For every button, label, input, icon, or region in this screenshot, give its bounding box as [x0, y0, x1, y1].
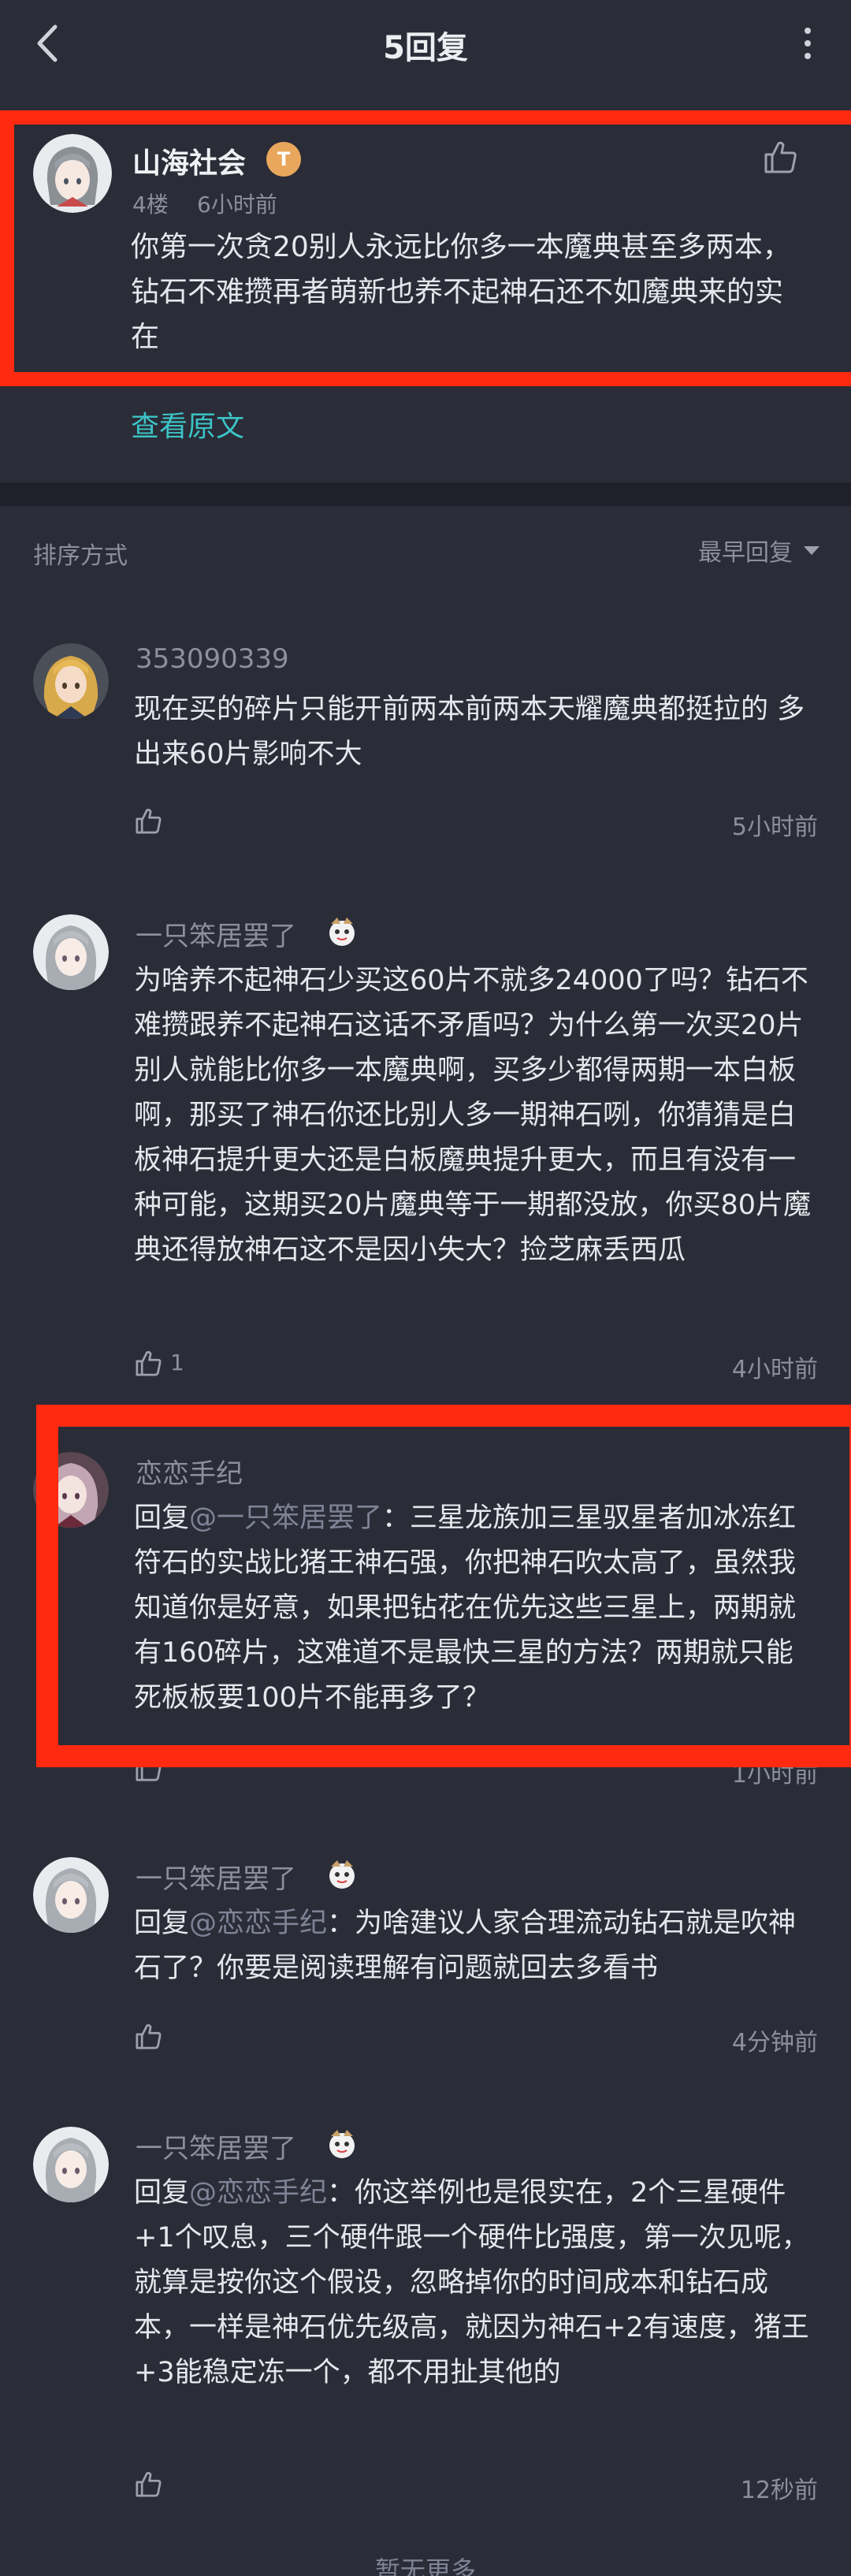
avatar[interactable]: [33, 643, 109, 719]
thumbs-up-icon[interactable]: [131, 2019, 165, 2054]
reply-prefix: 回复: [134, 2177, 190, 2209]
mention-link[interactable]: @恋恋手纪: [189, 2177, 327, 2209]
reply-prefix: 回复: [134, 1908, 190, 1939]
comment-time: 5小时前: [731, 813, 818, 841]
section-divider: [0, 482, 851, 506]
comment-time: 4小时前: [731, 1356, 818, 1383]
comment-content: 回复@恋恋手纪：为啥建议人家合理流动钻石就是吹神石了？你要是阅读理解有问题就回去…: [134, 1901, 819, 1991]
view-original-link[interactable]: 查看原文: [131, 404, 244, 445]
reply-detail-page: 5回复 山海社会 T 4楼 6小时前 你第一次贪20别人永远比你多一本魔典甚至多…: [0, 0, 851, 2576]
comment-author[interactable]: 一只笨居罢了: [136, 1857, 296, 1896]
thumbs-up-icon[interactable]: [131, 2467, 165, 2502]
comment-author[interactable]: 一只笨居罢了: [136, 2127, 296, 2165]
sort-label: 排序方式: [33, 542, 128, 570]
more-options-icon[interactable]: [780, 16, 835, 71]
user-sticker-icon: [325, 2127, 359, 2161]
like-count: 1: [170, 1349, 184, 1375]
thumbs-up-icon[interactable]: [131, 1346, 165, 1381]
comment-author[interactable]: 353090339: [136, 643, 289, 675]
sort-dropdown[interactable]: 最早回复: [698, 533, 821, 568]
avatar[interactable]: [33, 1857, 109, 1933]
comment-time: 4分钟前: [731, 2029, 818, 2057]
comment-author[interactable]: 一只笨居罢了: [136, 914, 296, 953]
page-title: 5回复: [383, 30, 468, 66]
mention-link[interactable]: @恋恋手纪: [189, 1908, 327, 1939]
comment-content: 为啥养不起神石少买这60片不就多24000了吗？钻石不难攒跟养不起神石这话不矛盾…: [134, 965, 812, 1266]
thumbs-up-icon[interactable]: [131, 804, 165, 839]
sort-selected-value: 最早回复: [698, 539, 793, 567]
reply-text: ：你这举例也是很实在，2个三星硬件+1个叹息，三个硬件跟一个硬件比强度，第一次见…: [134, 2177, 809, 2388]
avatar[interactable]: [33, 2127, 109, 2202]
top-bar: 5回复: [0, 0, 851, 87]
annotation-highlight-box: [0, 110, 851, 386]
comment-time: 12秒前: [740, 2477, 818, 2504]
comment-content: 现在买的碎片只能开前两本前两本天耀魔典都挺拉的 多出来60片影响不大: [134, 694, 805, 770]
user-sticker-icon: [325, 1857, 359, 1892]
avatar[interactable]: [33, 914, 109, 990]
annotation-highlight-box: [36, 1405, 851, 1767]
caret-down-icon: [804, 546, 819, 555]
user-sticker-icon: [325, 914, 359, 949]
load-more-text: 暂无更多: [374, 2556, 476, 2576]
comment-content: 回复@恋恋手纪：你这举例也是很实在，2个三星硬件+1个叹息，三个硬件跟一个硬件比…: [134, 2171, 819, 2395]
